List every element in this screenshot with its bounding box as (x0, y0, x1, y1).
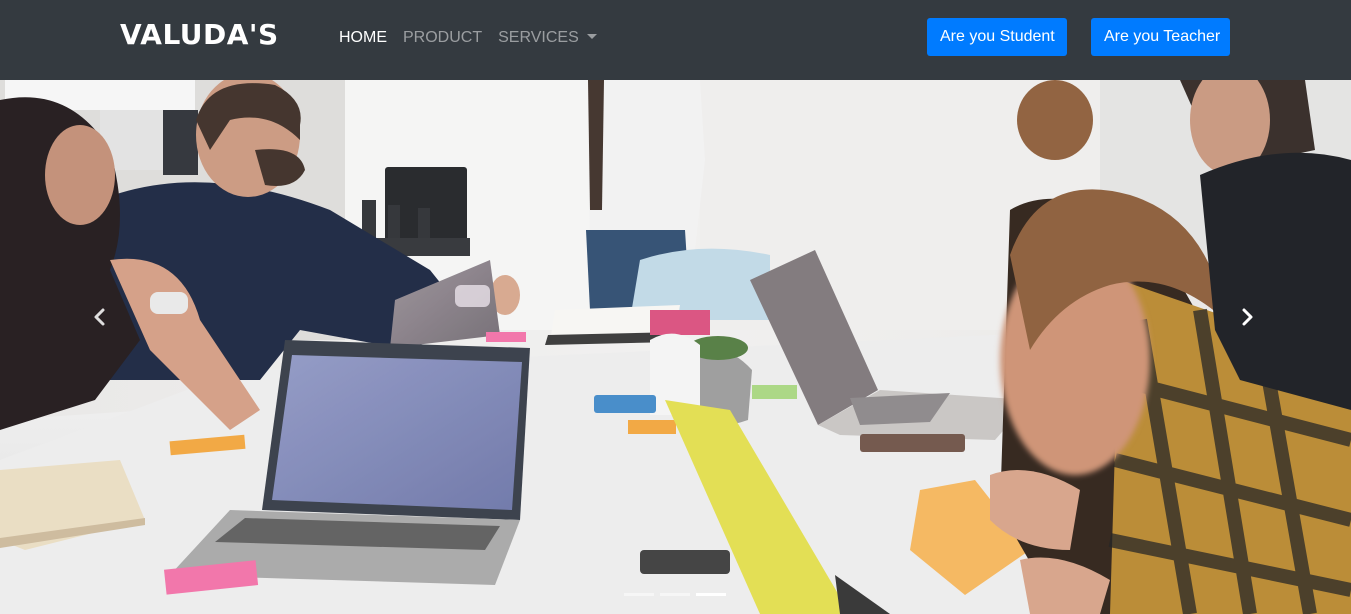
carousel-slide-image (0, 80, 1351, 614)
carousel-prev-button[interactable] (80, 285, 120, 349)
student-button[interactable]: Are you Student (927, 18, 1067, 56)
chevron-right-icon (1242, 308, 1253, 326)
hero-carousel (0, 80, 1351, 614)
teacher-button[interactable]: Are you Teacher (1091, 18, 1230, 56)
carousel-indicators (624, 593, 726, 596)
navbar: VALUDA'S HOME PRODUCT SERVICES Are you S… (0, 0, 1351, 80)
nav-menu: HOME PRODUCT SERVICES (339, 27, 597, 49)
nav-link-services[interactable]: SERVICES (498, 27, 597, 49)
carousel-indicator-3[interactable] (696, 593, 726, 596)
nav-link-product[interactable]: PRODUCT (403, 27, 482, 49)
nav-link-services-label: SERVICES (498, 29, 579, 46)
carousel-indicator-2[interactable] (660, 593, 690, 596)
brand-logo[interactable]: VALUDA'S (120, 17, 279, 53)
carousel-indicator-1[interactable] (624, 593, 654, 596)
chevron-down-icon (586, 34, 597, 39)
nav-link-home[interactable]: HOME (339, 27, 387, 49)
chevron-left-icon (94, 308, 105, 326)
carousel-next-button[interactable] (1227, 285, 1267, 349)
